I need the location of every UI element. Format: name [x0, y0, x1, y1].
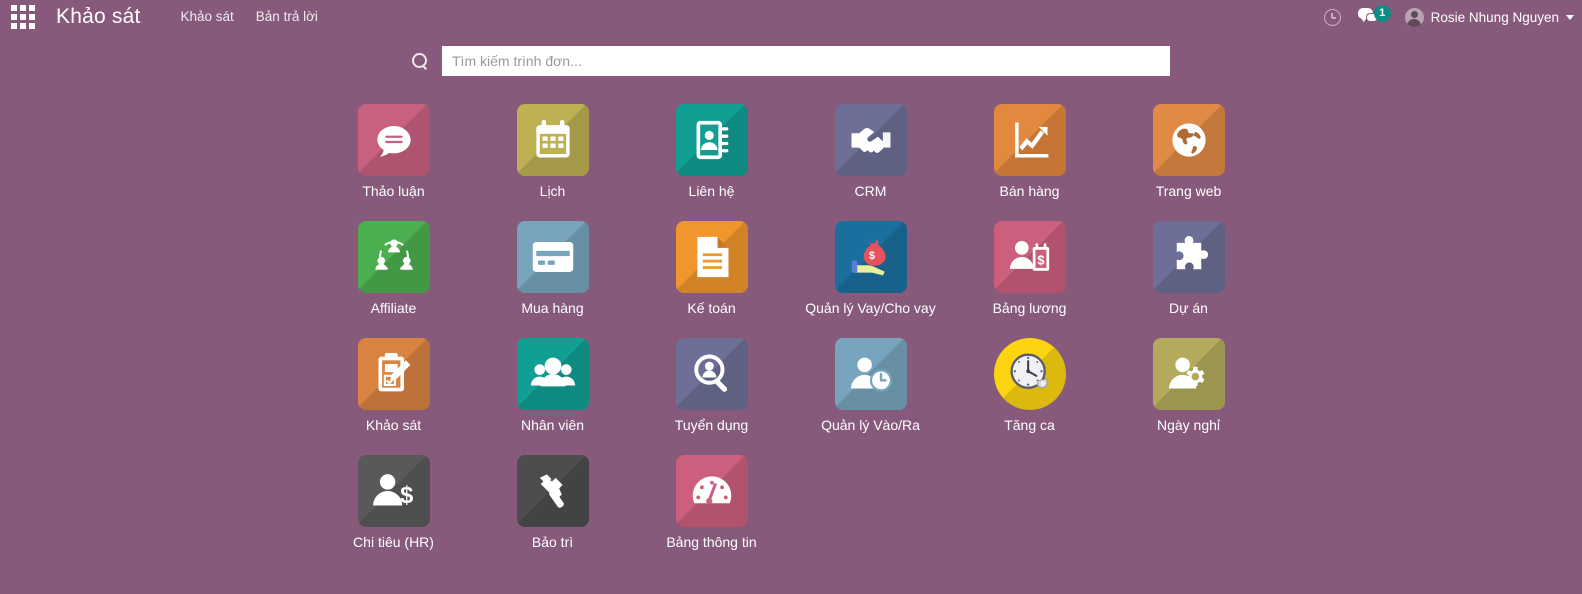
app-label: Bảo trì: [531, 534, 574, 550]
apps-row-1: Thảo luận Lịch Liên hệ CRM Bán hàng Trang web: [0, 100, 1582, 217]
puzzle-piece-icon: [1152, 221, 1225, 293]
navbar-right-tools: 1 Rosie Nhung Nguyen: [1323, 0, 1574, 34]
app-tile-l-ch[interactable]: Lịch: [473, 100, 632, 217]
user-name: Rosie Nhung Nguyen: [1430, 9, 1559, 25]
magnifier-person-icon: [675, 338, 748, 410]
app-brand-title: Khảo sát: [56, 5, 141, 28]
clock-gear-icon: [993, 338, 1066, 410]
chat-bubble-icon: [357, 104, 430, 176]
app-label: Kế toán: [687, 300, 736, 316]
clock-icon: [1323, 8, 1341, 26]
document-icon: [675, 221, 748, 293]
money-bag-hand-icon: $: [834, 221, 907, 293]
app-tile-qu-n-l-vay-cho-vay[interactable]: $ Quản lý Vay/Cho vay: [791, 217, 950, 334]
activity-button[interactable]: [1323, 8, 1341, 26]
app-tile-qu-n-l-v-o-ra[interactable]: Quản lý Vào/Ra: [791, 334, 950, 451]
app-tile-nh-n-vi-n[interactable]: Nhân viên: [473, 334, 632, 451]
person-clock-icon: [834, 338, 907, 410]
app-tile-crm[interactable]: CRM: [791, 100, 950, 217]
app-tile-kh-o-s-t[interactable]: Khảo sát: [314, 334, 473, 451]
credit-card-icon: [516, 221, 589, 293]
chat-icon: 1: [1357, 5, 1391, 27]
svg-text:$: $: [1037, 252, 1044, 267]
svg-text:$: $: [400, 483, 413, 509]
apps-grid: Thảo luận Lịch Liên hệ CRM Bán hàng Trang web…: [0, 84, 1582, 568]
globe-icon: [1152, 104, 1225, 176]
app-label: Mua hàng: [521, 300, 584, 316]
apps-menu-button[interactable]: [0, 0, 46, 34]
app-label: CRM: [854, 183, 887, 199]
grid-spacer: [950, 451, 1109, 568]
app-tile-k-to-n[interactable]: Kế toán: [632, 217, 791, 334]
gauge-icon: [675, 455, 748, 527]
svg-text:$: $: [868, 250, 874, 262]
person-gear-icon: [1152, 338, 1225, 410]
top-navbar: Khảo sát Khảo sát Bản trả lời 1 Rosie Nh…: [0, 0, 1582, 34]
app-tile-chi-ti-u-hr[interactable]: $ Chi tiêu (HR): [314, 451, 473, 568]
app-label: Bán hàng: [999, 183, 1060, 199]
app-label: Tăng ca: [1004, 417, 1055, 433]
messaging-badge: 1: [1373, 5, 1391, 22]
app-tile-ng-y-ngh[interactable]: Ngày nghỉ: [1109, 334, 1268, 451]
grid-icon: [11, 5, 35, 29]
navbar-menu: Khảo sát Bản trả lời: [181, 0, 318, 34]
messaging-button[interactable]: 1: [1357, 5, 1391, 27]
calendar-icon: [516, 104, 589, 176]
app-tile-mua-h-ng[interactable]: Mua hàng: [473, 217, 632, 334]
app-tile-trang-web[interactable]: Trang web: [1109, 100, 1268, 217]
caret-down-icon: [1566, 14, 1574, 20]
app-tile-b-o-tr[interactable]: Bảo trì: [473, 451, 632, 568]
apps-row-2: Affiliate Mua hàng Kế toán $ Quản lý Vay/Cho…: [0, 217, 1582, 334]
app-label: Quản lý Vào/Ra: [821, 417, 920, 433]
address-book-icon: [675, 104, 748, 176]
app-label: Tuyển dụng: [674, 417, 749, 433]
search-icon: [412, 53, 428, 69]
app-label: Dự án: [1169, 300, 1208, 316]
app-label: Bảng thông tin: [666, 534, 757, 550]
nav-link-answers[interactable]: Bản trả lời: [256, 0, 318, 34]
app-tile-li-n-h[interactable]: Liên hệ: [632, 100, 791, 217]
app-label: Khảo sát: [365, 417, 422, 433]
app-label: Lịch: [539, 183, 566, 199]
user-menu[interactable]: Rosie Nhung Nguyen: [1404, 7, 1574, 27]
app-label: Ngày nghỉ: [1156, 417, 1221, 433]
nav-link-surveys[interactable]: Khảo sát: [181, 0, 234, 34]
person-dollar-icon: $: [357, 455, 430, 527]
apps-row-4: $ Chi tiêu (HR) Bảo trì Bảng thông tin: [0, 451, 1582, 568]
app-tile-b-n-h-ng[interactable]: Bán hàng: [950, 100, 1109, 217]
growth-chart-icon: [993, 104, 1066, 176]
app-label: Trang web: [1155, 183, 1222, 199]
app-label: Bảng lương: [992, 300, 1067, 316]
avatar-icon: [1404, 7, 1424, 27]
app-tile-d-n[interactable]: Dự án: [1109, 217, 1268, 334]
search-input[interactable]: [442, 46, 1170, 76]
app-tile-th-o-lu-n[interactable]: Thảo luận: [314, 100, 473, 217]
grid-spacer: [791, 451, 950, 568]
app-tile-tuy-n-d-ng[interactable]: Tuyển dụng: [632, 334, 791, 451]
app-label: Affiliate: [370, 300, 417, 316]
app-label: Thảo luận: [362, 183, 425, 199]
app-label: Chi tiêu (HR): [353, 534, 434, 550]
app-tile-b-ng-l-ng[interactable]: $ Bảng lương: [950, 217, 1109, 334]
menu-search-bar: [0, 34, 1582, 84]
app-label: Liên hệ: [688, 183, 735, 199]
app-tile-t-ng-ca[interactable]: Tăng ca: [950, 334, 1109, 451]
app-label: Nhân viên: [520, 417, 585, 433]
people-group-icon: [516, 338, 589, 410]
network-people-icon: [357, 221, 430, 293]
app-tile-b-ng-th-ng-tin[interactable]: Bảng thông tin: [632, 451, 791, 568]
hammer-icon: [516, 455, 589, 527]
person-payslip-icon: $: [993, 221, 1066, 293]
grid-spacer: [1109, 451, 1268, 568]
app-label: Quản lý Vay/Cho vay: [805, 300, 936, 316]
app-tile-affiliate[interactable]: Affiliate: [314, 217, 473, 334]
handshake-icon: [834, 104, 907, 176]
apps-row-3: Khảo sát Nhân viên Tuyển dụng Quản lý Vào/R…: [0, 334, 1582, 451]
clipboard-pencil-icon: [357, 338, 430, 410]
